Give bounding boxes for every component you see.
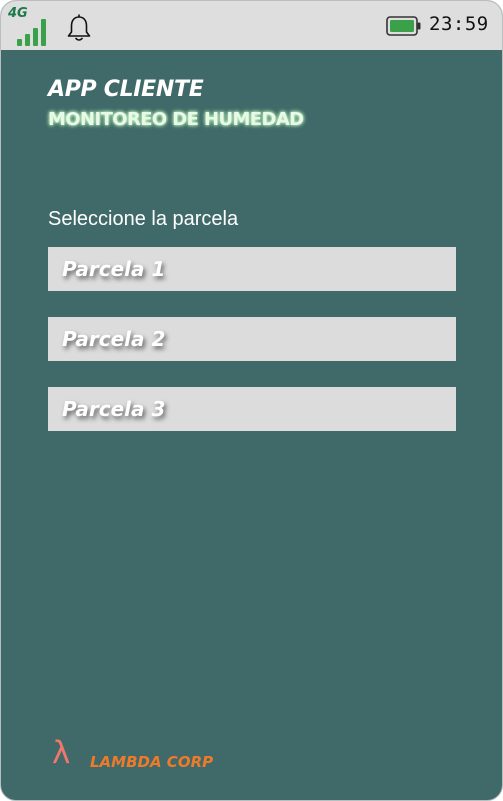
plot-3-label: Parcela 3 [62, 397, 166, 421]
plot-2-button[interactable]: Parcela 2 [48, 317, 456, 361]
bell-icon[interactable] [65, 13, 93, 43]
lambda-logo-icon: λ [52, 735, 71, 771]
plot-3-button[interactable]: Parcela 3 [48, 387, 456, 431]
select-plot-prompt: Seleccione la parcela [48, 208, 239, 230]
signal-bars-icon [17, 19, 46, 46]
app-title: APP CLIENTE [48, 77, 204, 102]
plot-1-button[interactable]: Parcela 1 [48, 247, 456, 291]
plot-1-label: Parcela 1 [62, 257, 166, 281]
clock-time: 23:59 [429, 13, 489, 35]
plot-2-label: Parcela 2 [62, 327, 166, 351]
app-subtitle: MONITOREO DE HUMEDAD [48, 109, 304, 130]
battery-full-icon [386, 16, 421, 36]
phone-screen: 4G 23:59 APP CLIENTE MONITOREO DE HUMEDA… [0, 0, 503, 801]
status-bar: 4G 23:59 [1, 1, 502, 50]
brand-name: LAMBDA CORP [90, 753, 214, 771]
